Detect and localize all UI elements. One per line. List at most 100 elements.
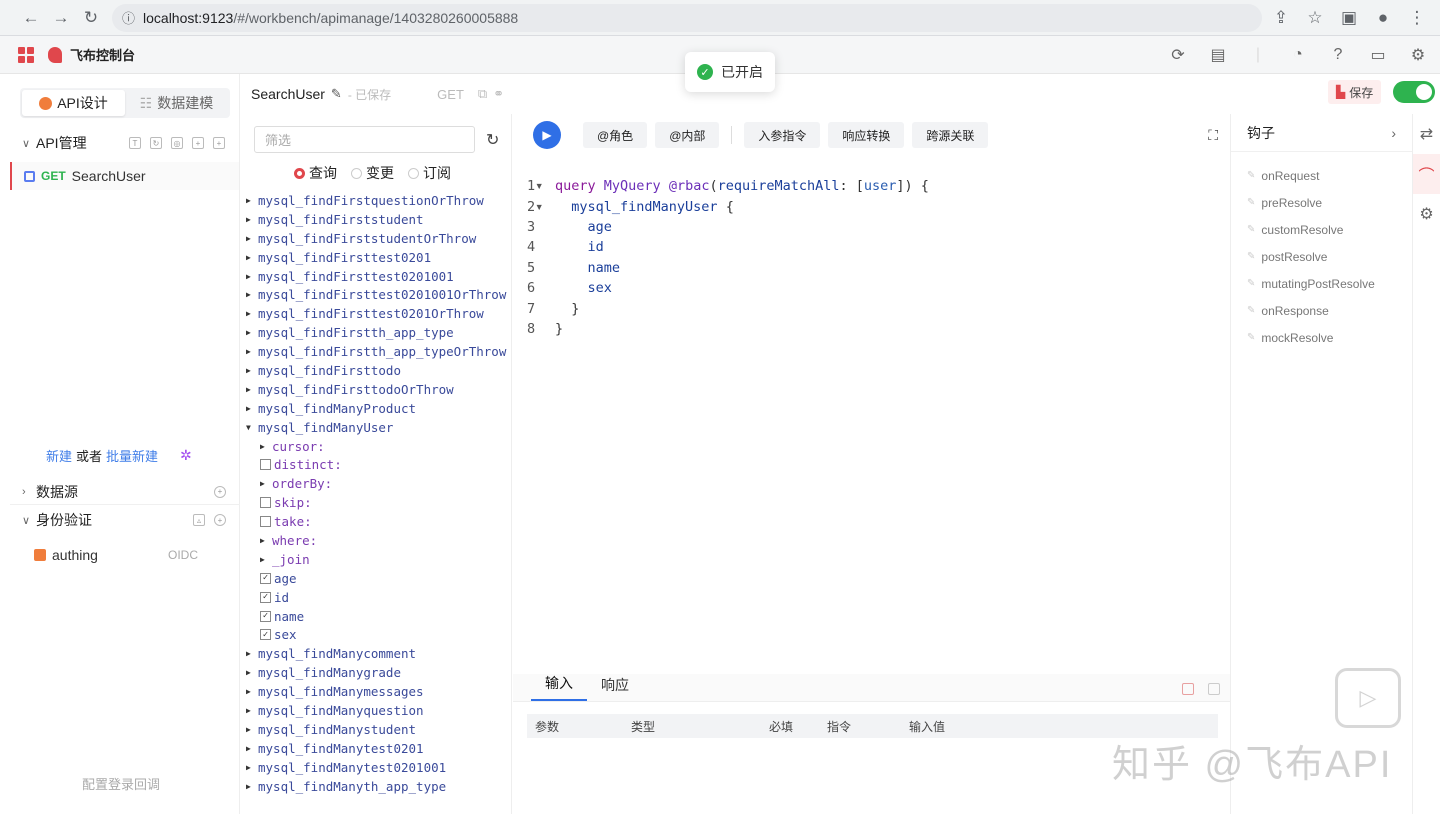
tab-data-modeling[interactable]: ☷ 数据建模 — [125, 90, 228, 116]
enable-toggle[interactable] — [1393, 81, 1436, 103]
tree-node[interactable]: ▶ mysql_findManycomment — [246, 644, 511, 663]
refresh-icon[interactable]: ↻ — [150, 137, 162, 149]
tree-arg[interactable]: distinct: — [246, 455, 511, 474]
add-icon[interactable]: + — [214, 485, 226, 498]
hook-item[interactable]: ✎ onRequest — [1231, 162, 1412, 189]
checkbox-checked[interactable]: ✓ — [260, 629, 271, 641]
reload-icon[interactable]: ↻ — [76, 3, 106, 33]
hook-item[interactable]: ✎ mockResolve — [1231, 324, 1412, 351]
tree-arg[interactable]: ▶ where: — [246, 531, 511, 550]
profile-icon[interactable]: ● — [1368, 3, 1398, 33]
hook-item[interactable]: ✎ mutatingPostResolve — [1231, 270, 1412, 297]
filter-icon[interactable]: T — [129, 137, 141, 149]
hook-item[interactable]: ✎ customResolve — [1231, 216, 1412, 243]
tree-node[interactable]: ▶ mysql_findManytest0201001 — [246, 758, 511, 777]
checkbox-checked[interactable]: ✓ — [260, 572, 271, 584]
checkbox[interactable] — [260, 459, 271, 471]
tree-node[interactable]: ▶ mysql_findManystudent — [246, 720, 511, 739]
run-button[interactable]: ▶ — [533, 121, 561, 149]
menu-icon[interactable]: ⋮ — [1402, 3, 1432, 33]
checkbox-checked[interactable]: ✓ — [260, 591, 271, 603]
checkbox[interactable] — [260, 516, 271, 528]
tree-node[interactable]: ▶ mysql_findFirstth_app_type — [246, 323, 511, 342]
refresh-icon[interactable]: ↻ — [486, 130, 499, 150]
tree-node[interactable]: ▶ mysql_findFirstquestionOrThrow — [246, 191, 511, 210]
tree-node[interactable]: ▶ mysql_findManyProduct — [246, 399, 511, 418]
fullscreen-icon[interactable]: ⛶ — [1208, 127, 1218, 144]
tab-api-design[interactable]: API设计 — [22, 90, 125, 116]
lock-icon[interactable]: ▵ — [193, 514, 205, 526]
radio-subscription[interactable]: 订阅 — [408, 163, 451, 183]
github-icon[interactable]: ◔ — [1288, 45, 1308, 65]
tree-node[interactable]: ▶ mysql_findFirsttest0201OrThrow — [246, 304, 511, 323]
tree-node[interactable]: ▶ mysql_findFirststudentOrThrow — [246, 229, 511, 248]
datasource-header[interactable]: › 数据源 + — [10, 479, 240, 505]
tree-node[interactable]: ▶ mysql_findFirstth_app_typeOrThrow — [246, 342, 511, 361]
tree-node[interactable]: ▶ mysql_findManytest0201 — [246, 739, 511, 758]
tree-field[interactable]: ✓ id — [246, 588, 511, 607]
hook-item[interactable]: ✎ onResponse — [1231, 297, 1412, 324]
tree-node[interactable]: ▶ mysql_findManyth_app_type — [246, 777, 511, 796]
edit-icon[interactable]: ✎ — [331, 86, 342, 102]
config-login-callback[interactable]: 配置登录回调 — [82, 774, 160, 793]
add-icon[interactable]: + — [214, 514, 226, 526]
tree-node-expanded[interactable]: ▼ mysql_findManyUser — [246, 418, 511, 437]
internal-button[interactable]: @内部 — [655, 122, 720, 148]
api-manage-header[interactable]: ∨ API管理 T ↻ ◎ + + — [10, 130, 239, 156]
clear-icon[interactable] — [1182, 683, 1194, 695]
back-icon[interactable]: ← — [16, 3, 46, 33]
view-icon[interactable]: ◎ — [171, 137, 183, 149]
cross-source-button[interactable]: 跨源关联 — [912, 122, 989, 148]
tree-node[interactable]: ▶ mysql_findFirsttest0201 — [246, 248, 511, 267]
radio-query[interactable]: 查询 — [294, 163, 337, 183]
hook-item[interactable]: ✎ postResolve — [1231, 243, 1412, 270]
tree-node[interactable]: ▶ mysql_findManymessages — [246, 682, 511, 701]
response-transform-button[interactable]: 响应转换 — [828, 122, 905, 148]
add-folder-icon[interactable]: + — [192, 137, 204, 149]
tree-node[interactable]: ▶ mysql_findFirststudent — [246, 210, 511, 229]
share-icon[interactable]: ⇪ — [1266, 3, 1296, 33]
forward-icon[interactable]: → — [46, 3, 76, 33]
save-button[interactable]: ▙ 保存 — [1328, 80, 1382, 104]
tree-arg[interactable]: take: — [246, 512, 511, 531]
tree-node[interactable]: ▶ mysql_findFirsttodo — [246, 361, 511, 380]
checkbox-checked[interactable]: ✓ — [260, 610, 271, 622]
gear-icon[interactable]: ✲ — [180, 447, 192, 464]
batch-new-link[interactable]: 批量新建 — [106, 446, 158, 465]
settings-icon[interactable]: ⚙ — [1408, 45, 1428, 65]
tree-field[interactable]: ✓ name — [246, 607, 511, 626]
address-bar[interactable]: ⓘ localhost:9123 /#/workbench/apimanage/… — [112, 3, 1262, 32]
tree-arg[interactable]: ▶ orderBy: — [246, 474, 511, 493]
role-button[interactable]: @角色 — [583, 122, 648, 148]
flow-icon[interactable]: ⇄ — [1413, 114, 1440, 154]
tree-arg[interactable]: skip: — [246, 493, 511, 512]
sync-icon[interactable]: ⟳ — [1168, 45, 1188, 65]
hook-item[interactable]: ✎ preResolve — [1231, 189, 1412, 216]
new-link[interactable]: 新建 — [46, 446, 72, 465]
tree-arg[interactable]: ▶ cursor: — [246, 437, 511, 456]
tab-input[interactable]: 输入 — [531, 673, 587, 701]
tab-response[interactable]: 响应 — [587, 675, 643, 701]
tree-node[interactable]: ▶ mysql_findFirsttest0201001OrThrow — [246, 285, 511, 304]
filter-input[interactable]: 筛选 — [254, 126, 475, 153]
tree-node[interactable]: ▶ mysql_findManyquestion — [246, 701, 511, 720]
tree-node[interactable]: ▶ mysql_findFirsttest0201001 — [246, 267, 511, 286]
hook-icon[interactable]: ⌒ — [1413, 154, 1440, 194]
star-icon[interactable]: ☆ — [1300, 3, 1330, 33]
sidepanel-icon[interactable]: ▣ — [1334, 3, 1364, 33]
copy-icon[interactable]: ⧉ — [478, 86, 487, 102]
link-icon[interactable]: ⚭ — [493, 86, 504, 102]
input-directive-button[interactable]: 入参指令 — [744, 122, 821, 148]
tree-field[interactable]: ✓ sex — [246, 625, 511, 644]
apps-grid-icon[interactable] — [18, 46, 34, 63]
add-icon[interactable]: + — [213, 137, 225, 149]
auth-header[interactable]: ∨ 身份验证 ▵ + — [10, 507, 240, 533]
auth-item-authing[interactable]: authing OIDC — [10, 541, 240, 569]
settings-icon[interactable]: ⚙ — [1413, 194, 1440, 234]
tree-field[interactable]: ✓ age — [246, 569, 511, 588]
document-icon[interactable]: ▤ — [1208, 45, 1228, 65]
message-icon[interactable]: ▭ — [1368, 45, 1388, 65]
code-area[interactable]: 1▾ query MyQuery @rbac(requireMatchAll: [… — [513, 176, 1230, 339]
tree-node[interactable]: ▶ mysql_findManygrade — [246, 663, 511, 682]
tree-node[interactable]: ▶ mysql_findFirsttodoOrThrow — [246, 380, 511, 399]
